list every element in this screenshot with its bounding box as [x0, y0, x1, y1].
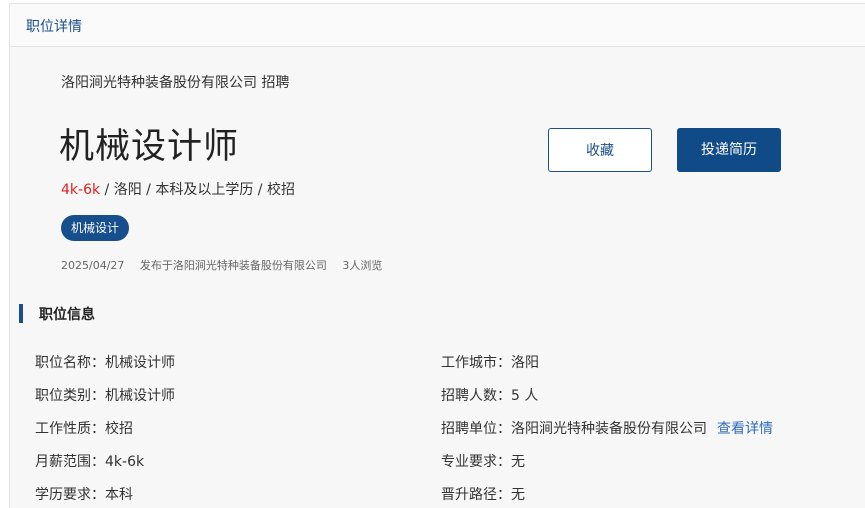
job-title: 机械设计师 [59, 127, 240, 167]
section-title-job-info: 职位信息 [39, 307, 95, 323]
info-value: 5 人 [511, 388, 539, 404]
info-label: 月薪范围： [35, 454, 105, 470]
info-value: 机械设计师 [105, 388, 175, 404]
posted-by: 发布于洛阳涧光特种装备股份有限公司 [139, 259, 327, 272]
info-value: 无 [511, 454, 525, 470]
info-label: 晋升路径： [441, 487, 511, 503]
info-salary-range: 月薪范围：4k-6k [35, 451, 144, 471]
info-label: 职位名称： [35, 355, 105, 371]
job-tag[interactable]: 机械设计 [61, 215, 130, 241]
info-job-category: 职位类别：机械设计师 [35, 385, 175, 405]
info-education: 学历要求：本科 [35, 484, 133, 504]
info-label: 招聘人数： [441, 388, 511, 404]
info-headcount: 招聘人数：5 人 [441, 385, 538, 405]
job-meta-rest: / 洛阳 / 本科及以上学历 / 校招 [100, 182, 295, 198]
info-label: 专业要求： [441, 454, 511, 470]
job-detail-panel: 职位详情 洛阳涧光特种装备股份有限公司 招聘 机械设计师 4k-6k / 洛阳 … [9, 3, 865, 508]
info-label: 职位类别： [35, 388, 105, 404]
info-label: 招聘单位： [441, 421, 511, 437]
info-employer: 招聘单位：洛阳涧光特种装备股份有限公司 查看详情 [441, 418, 773, 438]
company-recruit-line: 洛阳涧光特种装备股份有限公司 招聘 [61, 75, 290, 91]
info-value: 洛阳涧光特种装备股份有限公司 [511, 421, 707, 437]
apply-resume-button[interactable]: 投递简历 [677, 128, 781, 172]
info-value: 无 [511, 487, 525, 503]
info-job-name: 职位名称：机械设计师 [35, 352, 175, 372]
info-promotion-path: 晋升路径：无 [441, 484, 525, 504]
info-value: 洛阳 [511, 355, 539, 371]
info-value: 本科 [105, 487, 133, 503]
info-value: 机械设计师 [105, 355, 175, 371]
info-work-city: 工作城市：洛阳 [441, 352, 539, 372]
posted-date: 2025/04/27 [61, 259, 125, 272]
info-work-type: 工作性质：校招 [35, 418, 133, 438]
info-label: 学历要求： [35, 487, 105, 503]
panel-header: 职位详情 [10, 4, 865, 47]
info-label: 工作性质： [35, 421, 105, 437]
info-value: 4k-6k [105, 454, 145, 470]
view-count: 3人浏览 [342, 259, 383, 272]
panel-title: 职位详情 [26, 19, 82, 35]
salary-range: 4k-6k [61, 182, 101, 198]
info-value: 校招 [105, 421, 133, 437]
view-details-link[interactable]: 查看详情 [717, 421, 773, 437]
job-meta: 4k-6k / 洛阳 / 本科及以上学历 / 校招 [61, 179, 295, 199]
info-major-requirement: 专业要求：无 [441, 451, 525, 471]
info-label: 工作城市： [441, 355, 511, 371]
favorite-button[interactable]: 收藏 [548, 128, 652, 172]
section-marker [19, 304, 23, 323]
posted-info: 2025/04/27 发布于洛阳涧光特种装备股份有限公司 3人浏览 [61, 257, 394, 273]
